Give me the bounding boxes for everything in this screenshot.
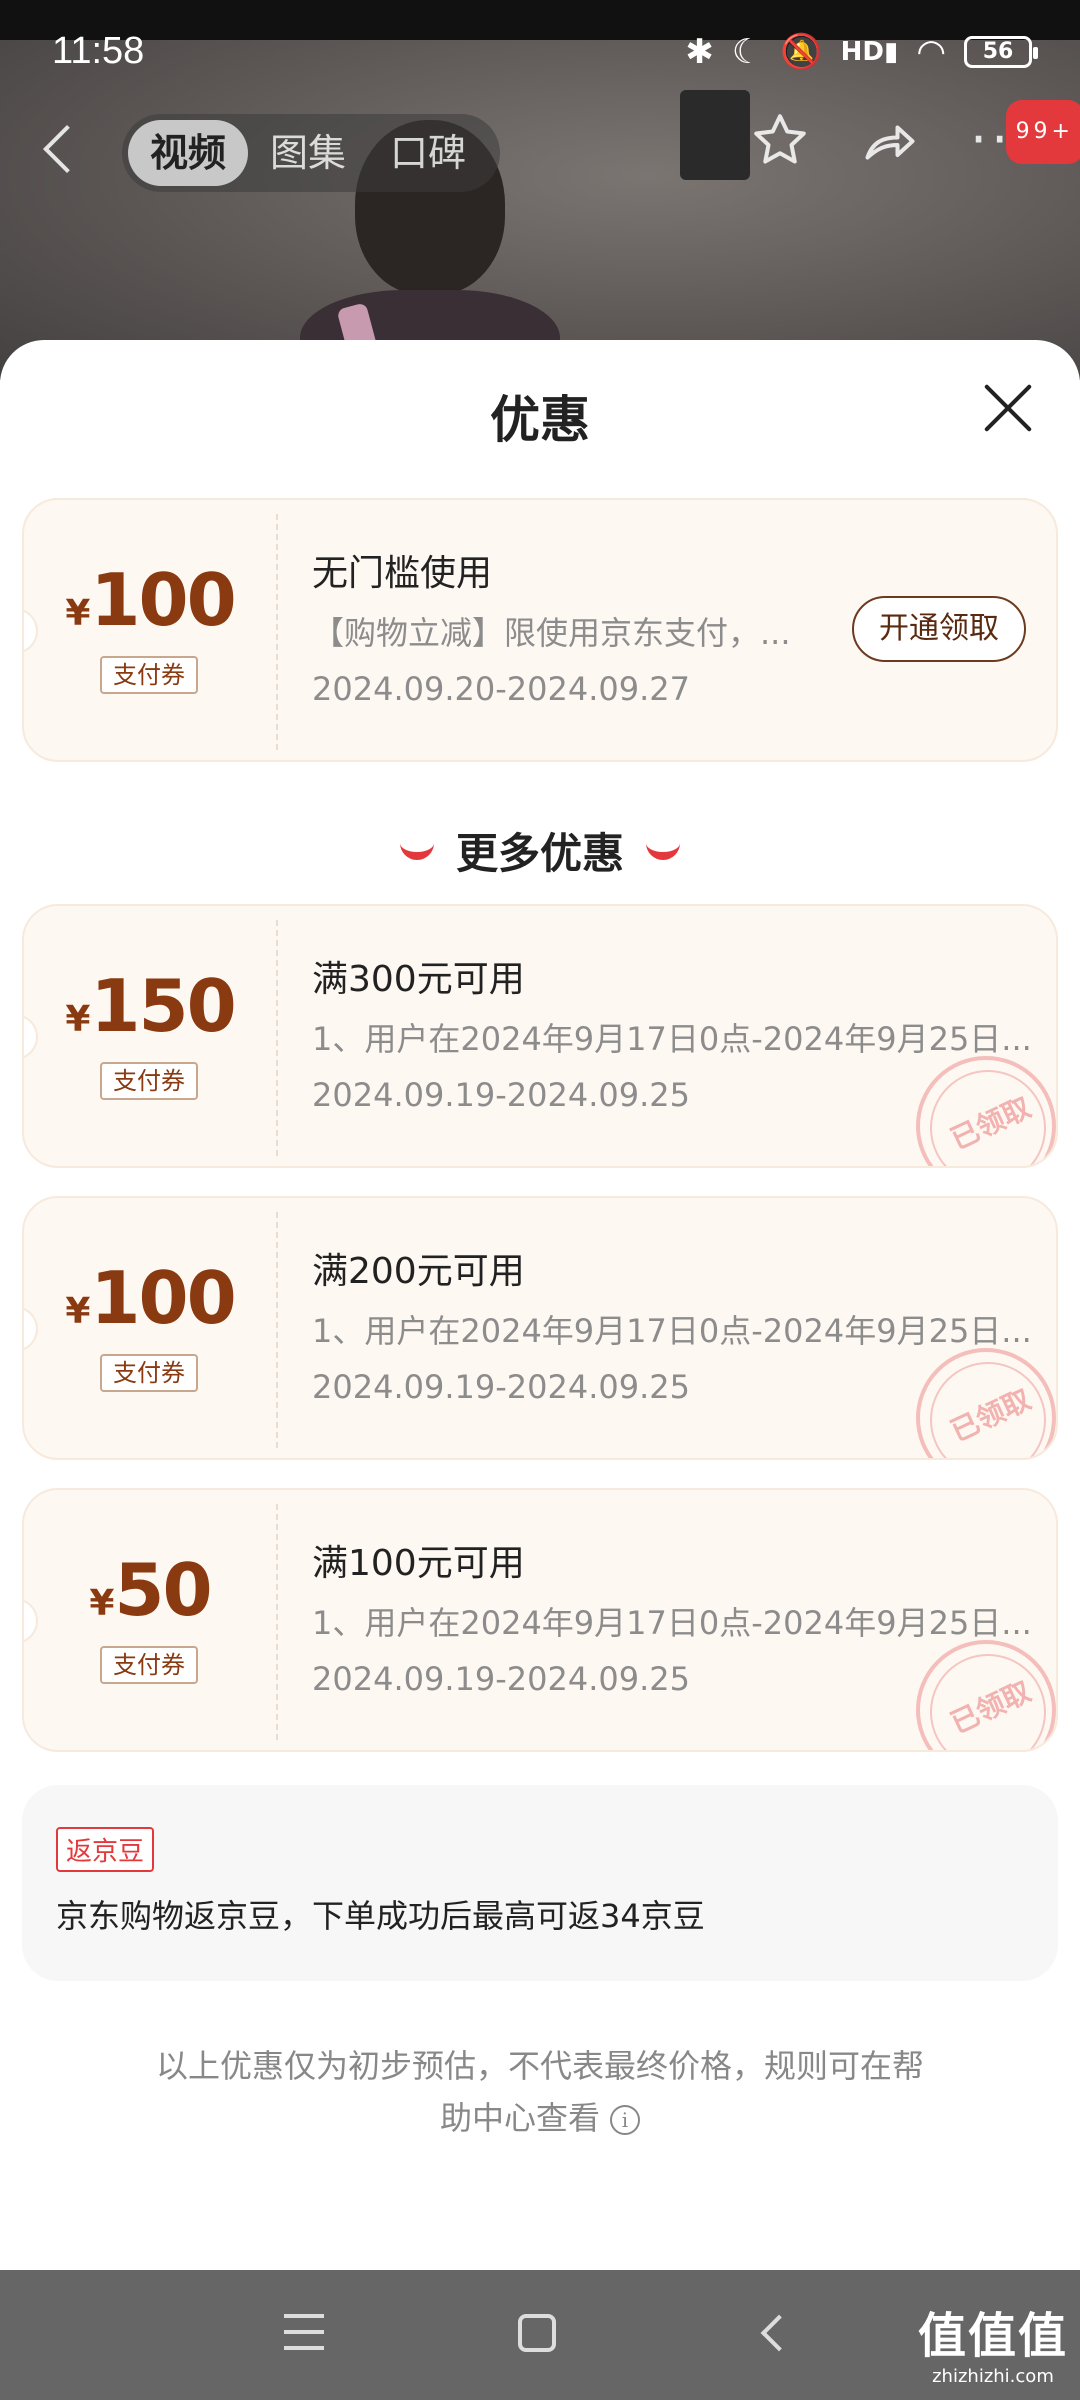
jingdou-text: 京东购物返京豆，下单成功后最高可返34京豆 — [56, 1897, 705, 1935]
watermark: 值值值 zhizhizhi.com — [918, 2296, 1068, 2387]
more-icon[interactable]: ··· 99+ — [970, 100, 1080, 170]
system-back-icon[interactable] — [760, 2314, 798, 2352]
status-time: 11:58 — [52, 30, 145, 72]
coupon-description: 1、用户在2024年9月17日0点-2024年9月25日... — [312, 1604, 1032, 1642]
coupon-type-tag: 支付券 — [100, 1646, 198, 1684]
coupon-date: 2024.09.19-2024.09.25 — [312, 1368, 690, 1406]
coupon-amount: ¥100 — [24, 1256, 276, 1340]
system-nav-bar: 值值值 zhizhizhi.com — [0, 2270, 1080, 2400]
coupon-amount: ¥150 — [24, 964, 276, 1048]
disclaimer: 以上优惠仅为初步预估，不代表最终价格，规则可在帮 助中心查看 i — [120, 2040, 960, 2144]
coupon-title: 满200元可用 — [312, 1251, 525, 1292]
message-badge: 99+ — [1005, 100, 1080, 164]
battery-icon: 56 — [964, 36, 1038, 68]
tab-reviews[interactable]: 口碑 — [368, 120, 488, 186]
moon-icon: ☾ — [731, 32, 763, 72]
coupon-value: 100 — [90, 1256, 236, 1340]
watermark-logo: 值值值 — [917, 2308, 1068, 2364]
coupon-value: 150 — [90, 964, 236, 1048]
more-discounts-label: 更多优惠 — [455, 829, 624, 878]
claimed-stamp: 已领取 — [916, 1348, 1056, 1458]
claimed-stamp-label: 已领取 — [945, 1090, 1036, 1157]
home-icon[interactable] — [518, 2314, 556, 2352]
tab-video[interactable]: 视频 — [128, 120, 249, 186]
jingdou-cashback-box: 返京豆 京东购物返京豆，下单成功后最高可返34京豆 — [22, 1785, 1058, 1981]
claimed-stamp: 已领取 — [916, 1640, 1056, 1750]
coupon-card: ¥100 支付券 无门槛使用 【购物立减】限使用京东支付，... 2024.09… — [22, 498, 1058, 762]
nav-actions: ··· 99+ — [750, 100, 1080, 170]
smile-icon — [399, 842, 434, 860]
watermark-url: zhizhizhi.com — [932, 2366, 1054, 2387]
discount-sheet: 优惠 ¥100 支付券 无门槛使用 【购物立减】限使用京东支付，... 2024… — [0, 340, 1080, 2270]
coupon-card[interactable]: ¥50 支付券 满100元可用 1、用户在2024年9月17日0点-2024年9… — [22, 1488, 1058, 1752]
disclaimer-line: 助中心查看 — [439, 2099, 600, 2137]
back-icon[interactable] — [42, 124, 92, 174]
coupon-title: 无门槛使用 — [312, 553, 493, 594]
coupon-date: 2024.09.19-2024.09.25 — [312, 1076, 690, 1114]
close-button[interactable] — [982, 382, 1034, 434]
coupon-date: 2024.09.20-2024.09.27 — [312, 670, 690, 708]
currency-symbol: ¥ — [65, 1291, 91, 1332]
more-discounts-heading: 更多优惠 — [0, 820, 1080, 881]
coupon-type-tag: 支付券 — [100, 1062, 198, 1100]
coupon-divider — [276, 514, 278, 750]
status-icons: ✱ ☾ 🔕 HD▮ ◠ 56 — [685, 32, 1038, 72]
menu-icon[interactable] — [284, 2314, 324, 2350]
coupon-title: 满100元可用 — [312, 1543, 525, 1584]
coupon-divider — [276, 1504, 278, 1740]
coupon-value: 100 — [90, 558, 236, 642]
bluetooth-icon: ✱ — [685, 32, 714, 72]
claim-button[interactable]: 开通领取 — [852, 596, 1026, 662]
jingdou-tag: 返京豆 — [56, 1827, 155, 1872]
coupon-amount: ¥100 — [24, 558, 276, 642]
currency-symbol: ¥ — [65, 593, 91, 634]
media-tabs: 视频 图集 口碑 — [122, 114, 501, 192]
coupon-value: 50 — [114, 1548, 212, 1632]
star-icon[interactable] — [750, 110, 810, 170]
coupon-divider — [276, 1212, 278, 1448]
coupon-description: 1、用户在2024年9月17日0点-2024年9月25日... — [312, 1312, 1032, 1350]
top-nav: 视频 图集 口碑 ··· 99+ — [0, 100, 1080, 200]
smile-icon — [646, 842, 680, 860]
claimed-stamp: 已领取 — [916, 1056, 1056, 1166]
coupon-type-tag: 支付券 — [100, 656, 198, 694]
disclaimer-link[interactable]: 助中心查看 i — [120, 2092, 960, 2144]
coupon-card[interactable]: ¥150 支付券 满300元可用 1、用户在2024年9月17日0点-2024年… — [22, 904, 1058, 1168]
coupon-date: 2024.09.19-2024.09.25 — [312, 1660, 690, 1698]
wifi-icon: ◠ — [916, 32, 946, 72]
coupon-card[interactable]: ¥100 支付券 满200元可用 1、用户在2024年9月17日0点-2024年… — [22, 1196, 1058, 1460]
coupon-description: 【购物立减】限使用京东支付，... — [312, 614, 791, 652]
info-icon[interactable]: i — [610, 2105, 640, 2135]
coupon-description: 1、用户在2024年9月17日0点-2024年9月25日... — [312, 1020, 1032, 1058]
coupon-title: 满300元可用 — [312, 959, 525, 1000]
sheet-title: 优惠 — [490, 391, 590, 449]
disclaimer-line: 以上优惠仅为初步预估，不代表最终价格，规则可在帮 — [155, 2047, 924, 2085]
coupon-amount: ¥50 — [24, 1548, 276, 1632]
claimed-stamp-label: 已领取 — [945, 1674, 1036, 1741]
claimed-stamp-label: 已领取 — [945, 1382, 1036, 1449]
currency-symbol: ¥ — [89, 1583, 115, 1624]
mute-icon: 🔕 — [780, 32, 823, 72]
currency-symbol: ¥ — [65, 999, 91, 1040]
signal-hd-icon: HD▮ — [840, 37, 899, 67]
coupon-type-tag: 支付券 — [100, 1354, 198, 1392]
tab-gallery[interactable]: 图集 — [248, 120, 368, 186]
share-icon[interactable] — [860, 110, 920, 170]
coupon-divider — [276, 920, 278, 1156]
